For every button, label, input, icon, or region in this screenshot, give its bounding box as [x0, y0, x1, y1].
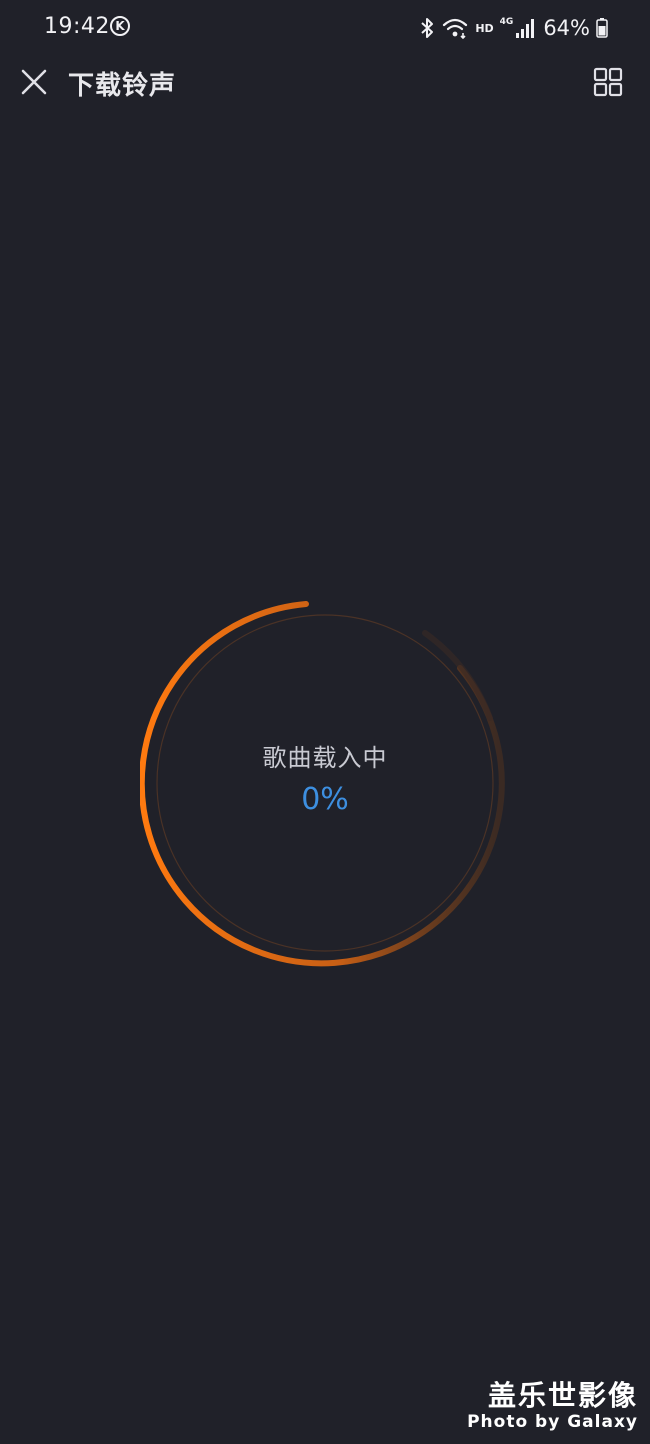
status-bar: 19:42 K HD 4G 64% [0, 0, 650, 56]
camera-watermark: 盖乐世影像 Photo by Galaxy [467, 1379, 638, 1433]
signal-icon [515, 16, 535, 40]
status-icons: HD 4G 64% [419, 14, 608, 42]
wifi-icon [441, 16, 469, 40]
k-app-icon: K [110, 16, 130, 36]
loading-percent: 0% [301, 782, 349, 817]
hd-label: HD [475, 21, 494, 35]
loading-status-text: 歌曲载入中 [262, 744, 388, 772]
battery-percent: 64% [543, 16, 590, 40]
loading-ring: 歌曲载入中 0% [140, 598, 510, 968]
app-bar: 下载铃声 [0, 56, 650, 108]
watermark-title: 盖乐世影像 [487, 1379, 638, 1412]
watermark-subtitle: Photo by Galaxy [467, 1412, 638, 1432]
grid-icon[interactable] [592, 66, 624, 98]
network-type-label: 4G [499, 17, 514, 27]
page-title: 下载铃声 [68, 71, 177, 101]
status-time: 19:42 [44, 14, 110, 39]
battery-icon [596, 17, 608, 39]
spinner-tail [422, 630, 493, 721]
bluetooth-icon [419, 16, 435, 40]
close-icon[interactable] [18, 66, 50, 98]
